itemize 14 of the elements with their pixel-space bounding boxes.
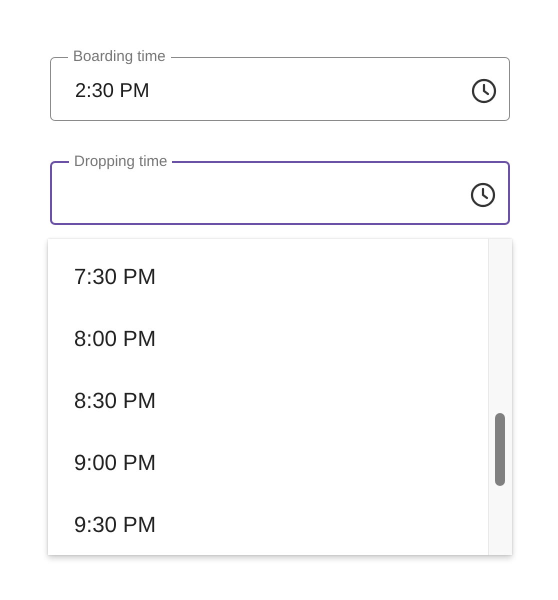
time-option[interactable]: 9:30 PM [48, 494, 488, 555]
time-option[interactable]: 8:00 PM [48, 308, 488, 370]
time-option[interactable]: 9:00 PM [48, 432, 488, 494]
time-field[interactable]: Boarding time 2:30 PM [50, 48, 510, 121]
time-option[interactable]: 8:30 PM [48, 370, 488, 432]
scrollbar-thumb[interactable] [495, 413, 505, 486]
time-field[interactable]: Dropping time [50, 153, 510, 225]
time-option[interactable]: 7:30 PM [48, 246, 488, 308]
field-value: 2:30 PM [75, 80, 150, 102]
clock-icon[interactable] [470, 182, 496, 208]
field-label: Boarding time [72, 48, 167, 66]
scrollbar[interactable] [488, 239, 512, 555]
field-label: Dropping time [73, 153, 168, 171]
clock-icon[interactable] [471, 78, 497, 104]
